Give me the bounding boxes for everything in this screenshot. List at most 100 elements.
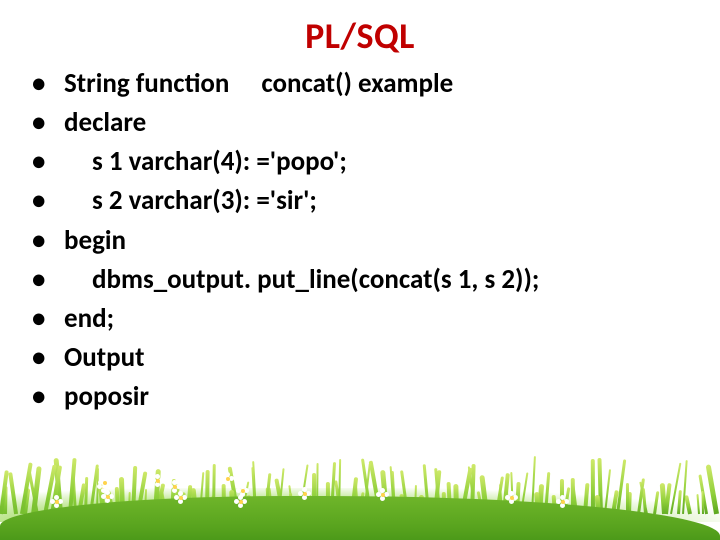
grass-blade — [640, 482, 649, 515]
grass-blade — [312, 473, 316, 514]
flower-icon — [507, 493, 517, 503]
grass-blade — [698, 475, 708, 515]
grass-blade — [307, 493, 311, 514]
grass-blade — [502, 473, 510, 514]
grass-blade — [96, 468, 99, 514]
grass-blade — [626, 483, 629, 514]
flower-icon — [176, 493, 186, 503]
bullet-text: declare — [64, 106, 146, 139]
flower-icon — [103, 492, 113, 502]
list-item: poposir — [60, 377, 720, 416]
grass-blade — [114, 487, 119, 514]
grass-blade — [53, 471, 60, 514]
grass-blade — [243, 495, 251, 515]
grass-blade — [50, 465, 62, 514]
grass-blade — [442, 492, 446, 514]
grass-blade — [186, 485, 192, 514]
bullet-text: begin — [64, 224, 126, 257]
grass-blade — [701, 491, 704, 514]
bullet-text: s 2 varchar(3): ='sir'; — [92, 184, 317, 217]
grass-blade — [222, 484, 226, 514]
grass-blade — [170, 479, 176, 514]
grass-blade — [499, 484, 503, 514]
grass-blade — [583, 483, 590, 514]
grass-blade — [68, 458, 77, 515]
grass-blade — [477, 492, 484, 515]
grass-blade — [205, 470, 210, 514]
list-item: Output — [60, 338, 720, 377]
list-item: String functionconcat() example — [60, 64, 720, 103]
bullet-text: Output — [64, 341, 144, 374]
grass-blade — [136, 472, 147, 515]
grass-blade — [43, 464, 57, 514]
flower-icon — [558, 497, 568, 507]
grass-blade — [160, 490, 167, 515]
flower-icon — [223, 474, 233, 484]
grass-blade — [510, 472, 514, 514]
grass-blade — [28, 468, 40, 514]
grass-blade — [390, 466, 396, 514]
grass-blade — [677, 490, 682, 514]
grass-blade — [423, 464, 431, 514]
grass-blade — [3, 486, 8, 514]
grass-blade — [697, 494, 701, 514]
flower-icon — [300, 489, 310, 499]
grass-blade — [190, 488, 197, 514]
grass-blade — [419, 495, 424, 514]
grass-blade — [664, 483, 672, 514]
grass-blade — [229, 490, 235, 514]
grass-blade — [241, 481, 249, 514]
grass-blade — [479, 475, 488, 514]
grass-blade — [653, 491, 659, 514]
bullet-list: String functionconcat() example declare … — [0, 64, 720, 416]
grass-blade — [380, 470, 388, 514]
grass-blade — [128, 492, 131, 514]
grass-blade — [330, 462, 336, 514]
grass-blade — [316, 463, 319, 514]
grass-blade — [531, 456, 536, 514]
grass-blade — [131, 466, 137, 514]
grass-blade — [670, 463, 682, 515]
grass-blade — [155, 483, 165, 515]
grass-blade — [361, 458, 372, 514]
grass-blade — [637, 478, 645, 514]
flower-icon — [378, 490, 388, 500]
grass-blade — [400, 494, 406, 514]
grass-blade — [682, 460, 688, 514]
grass-blade — [534, 491, 540, 514]
grass-blade — [178, 492, 185, 515]
list-item: end; — [60, 299, 720, 338]
grass-blade — [611, 490, 619, 514]
grass-blade — [199, 472, 205, 514]
grass-blade — [570, 480, 577, 515]
grass-blade — [591, 459, 595, 514]
grass-blade — [98, 484, 106, 515]
grass-blade — [77, 483, 86, 514]
flower-icon — [238, 486, 248, 496]
slide-title: PL/SQL — [0, 14, 720, 58]
grass-blade — [144, 489, 147, 514]
grass-blade — [434, 468, 440, 514]
flower-icon — [153, 476, 163, 486]
grass-blade — [659, 483, 666, 514]
flower-icon — [236, 497, 246, 507]
grass-blade — [685, 495, 693, 514]
grass-blade — [8, 473, 18, 515]
grass-blade — [358, 492, 365, 514]
grass-blade — [53, 458, 62, 514]
flower-icon — [100, 478, 110, 488]
grass-blade — [274, 478, 285, 514]
grass-blade — [706, 465, 719, 515]
grass-blade — [31, 466, 41, 515]
grass-blade — [594, 495, 600, 514]
grass-blade — [265, 487, 272, 514]
grass-blade — [446, 482, 452, 514]
list-item: declare — [60, 103, 720, 142]
grass-blade — [20, 463, 33, 515]
grass-blade — [106, 490, 115, 515]
grass-blade — [369, 460, 383, 514]
grass-blade — [433, 470, 441, 514]
grass-blade — [326, 482, 330, 514]
grass-blade — [604, 469, 611, 514]
flower-icon — [52, 497, 62, 507]
